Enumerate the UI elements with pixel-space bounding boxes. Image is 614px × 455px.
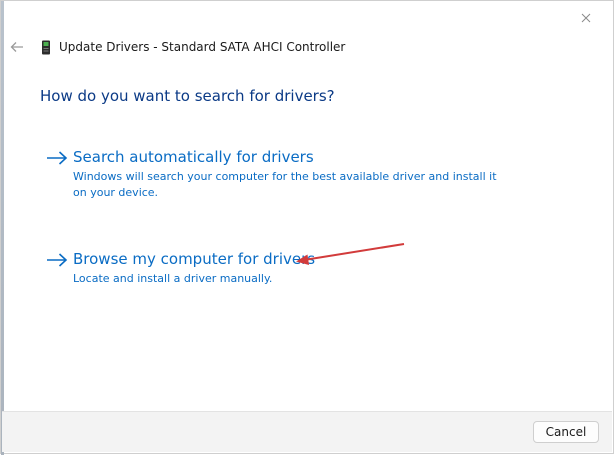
right-arrow-icon bbox=[47, 151, 68, 165]
option-description: Windows will search your computer for th… bbox=[73, 170, 497, 199]
close-icon bbox=[581, 13, 591, 23]
dialog-footer: Cancel bbox=[2, 411, 612, 452]
title-bar: Update Drivers - Standard SATA AHCI Cont… bbox=[41, 38, 345, 56]
window-title: Update Drivers - Standard SATA AHCI Cont… bbox=[59, 40, 346, 54]
cancel-button[interactable]: Cancel bbox=[533, 421, 599, 443]
search-automatically-option[interactable]: Search automatically for drivers Windows… bbox=[46, 148, 516, 199]
back-arrow-icon bbox=[10, 42, 23, 52]
option-title: Browse my computer for drivers bbox=[73, 250, 316, 268]
device-icon bbox=[42, 40, 50, 54]
update-drivers-dialog: Update Drivers - Standard SATA AHCI Cont… bbox=[0, 0, 614, 455]
page-heading: How do you want to search for drivers? bbox=[40, 87, 335, 105]
option-description: Locate and install a driver manually. bbox=[73, 272, 273, 285]
back-button[interactable] bbox=[8, 38, 26, 56]
background-window-edge bbox=[1, 1, 4, 455]
close-button[interactable] bbox=[573, 7, 599, 29]
right-arrow-icon bbox=[47, 253, 68, 267]
browse-computer-option[interactable]: Browse my computer for drivers Locate an… bbox=[46, 250, 516, 286]
option-title: Search automatically for drivers bbox=[73, 148, 314, 166]
